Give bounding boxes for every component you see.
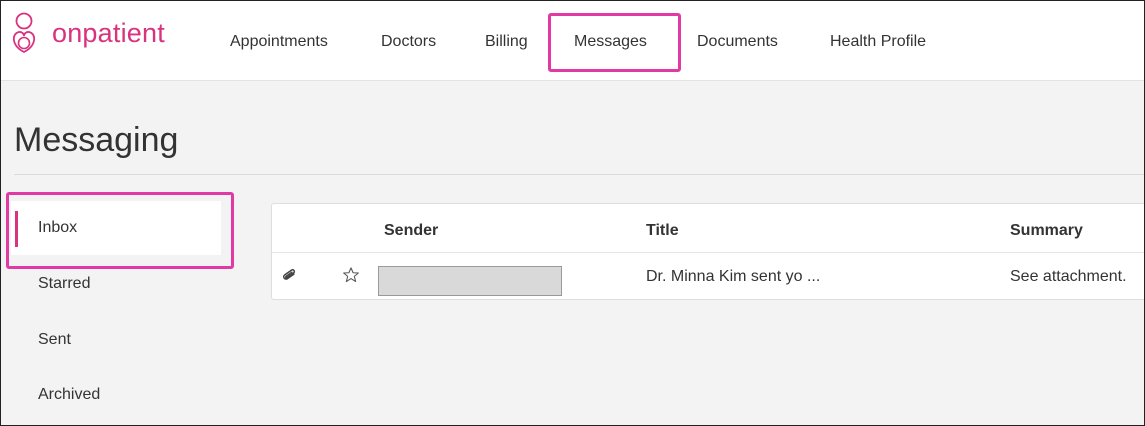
app-frame: onpatient Appointments Doctors Billing M… (0, 0, 1145, 426)
star-outline-icon[interactable] (342, 266, 360, 284)
column-header-sender[interactable]: Sender (384, 222, 438, 240)
sidebar-item-sent[interactable]: Sent (11, 313, 221, 367)
nav-doctors[interactable]: Doctors (381, 33, 436, 51)
message-table: Sender Title Summary Dr. Minna Kim sent … (271, 203, 1144, 300)
top-navigation: onpatient Appointments Doctors Billing M… (1, 1, 1144, 81)
column-header-summary[interactable]: Summary (1010, 222, 1083, 240)
sidebar-item-label: Sent (38, 331, 71, 348)
brand-logo[interactable]: onpatient (10, 12, 165, 54)
title-divider (14, 174, 1144, 175)
sender-redacted (378, 266, 562, 296)
messages-highlight-annotation (548, 13, 681, 72)
sidebar-item-archived[interactable]: Archived (11, 368, 221, 422)
nav-billing[interactable]: Billing (485, 33, 528, 51)
sidebar-item-label: Starred (38, 275, 91, 292)
column-header-title[interactable]: Title (646, 222, 679, 240)
nav-documents[interactable]: Documents (697, 33, 778, 51)
page-title: Messaging (14, 121, 179, 159)
paperclip-icon (282, 269, 296, 280)
nav-appointments[interactable]: Appointments (230, 33, 328, 51)
brand-name: onpatient (52, 17, 165, 48)
table-row[interactable]: Dr. Minna Kim sent yo ... See attachment… (272, 253, 1144, 299)
message-summary: See attachment. (1010, 268, 1127, 285)
onpatient-logo-icon (13, 12, 35, 54)
inbox-highlight-annotation (6, 192, 234, 269)
sidebar-item-label: Archived (38, 386, 101, 403)
message-title[interactable]: Dr. Minna Kim sent yo ... (646, 268, 820, 286)
nav-health-profile[interactable]: Health Profile (830, 33, 926, 51)
main-content: Messaging Inbox Starred Sent Archived Se… (1, 81, 1144, 425)
